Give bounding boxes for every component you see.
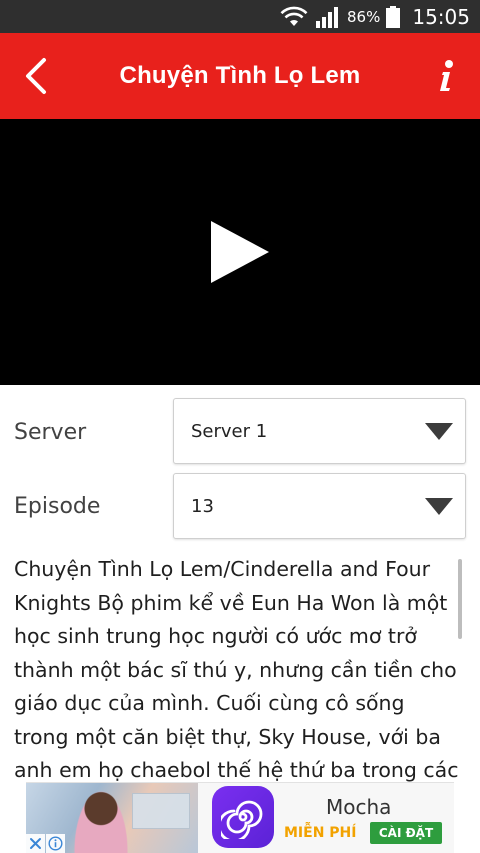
play-icon — [211, 221, 269, 283]
ad-app-name: Mocha — [326, 795, 392, 819]
status-clock: 15:05 — [412, 4, 470, 29]
description-scroll-area[interactable]: Chuyện Tình Lọ Lem/Cinderella and Four K… — [0, 549, 480, 782]
battery-percent: 86% — [347, 7, 381, 26]
ad-close-icon[interactable] — [26, 834, 45, 853]
chevron-down-icon — [425, 423, 453, 440]
status-bar: 86% 15:05 — [0, 0, 480, 33]
signal-icon — [316, 6, 339, 28]
chevron-left-icon — [26, 58, 46, 94]
wifi-icon — [280, 6, 308, 26]
ad-choices-icon[interactable] — [46, 834, 65, 853]
server-select[interactable]: Server 1 — [173, 398, 466, 464]
battery-icon — [386, 5, 401, 28]
description-scrollbar[interactable] — [458, 559, 462, 639]
back-button[interactable] — [14, 51, 58, 101]
episode-label: Episode — [14, 494, 101, 519]
play-button[interactable] — [200, 212, 280, 292]
swirl-icon — [221, 800, 263, 839]
mocha-logo-icon — [212, 786, 274, 848]
app-header: Chuyện Tình Lọ Lem — [0, 33, 480, 119]
page-title: Chuyện Tình Lọ Lem — [119, 62, 361, 89]
video-player[interactable] — [0, 119, 480, 385]
info-button[interactable] — [426, 51, 466, 101]
episode-select[interactable]: 13 — [173, 473, 466, 539]
episode-select-value: 13 — [191, 495, 214, 517]
ad-person-image — [74, 791, 128, 853]
info-icon — [440, 60, 453, 91]
app-screen: 86% 15:05 Chuyện Tình Lọ Lem Server Serv… — [0, 0, 480, 853]
ad-sign-image — [132, 793, 190, 829]
ad-banner[interactable]: Mocha MIỄN PHÍ CÀI ĐẶT — [26, 782, 454, 853]
ad-free-label: MIỄN PHÍ — [284, 825, 357, 841]
server-select-value: Server 1 — [191, 420, 268, 442]
server-label: Server — [14, 420, 87, 445]
ad-install-button[interactable]: CÀI ĐẶT — [370, 822, 442, 844]
description-text: Chuyện Tình Lọ Lem/Cinderella and Four K… — [14, 557, 459, 782]
chevron-down-icon — [425, 498, 453, 515]
